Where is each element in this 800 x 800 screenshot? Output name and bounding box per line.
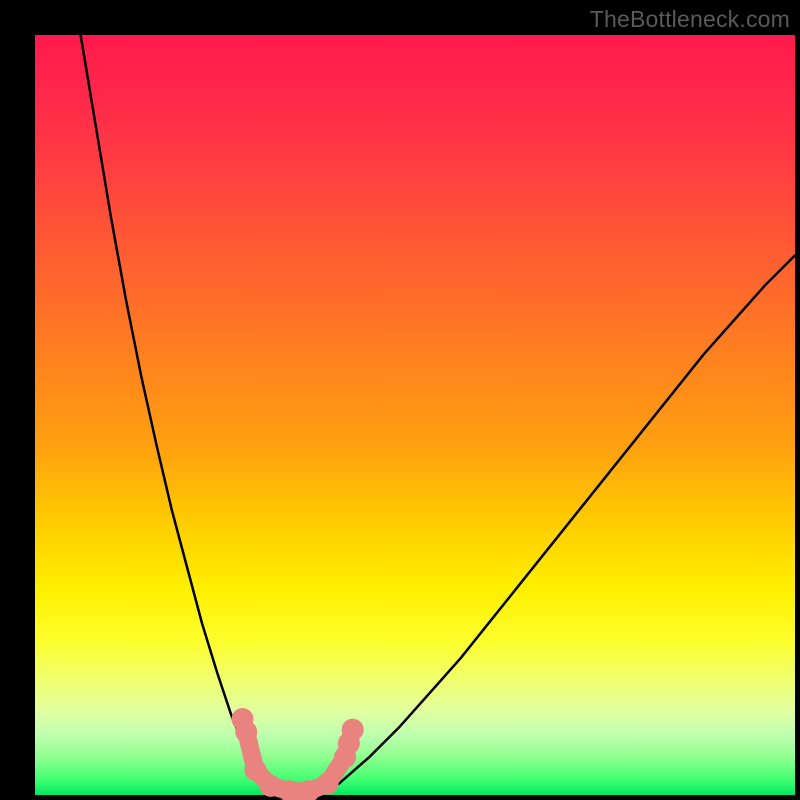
marker-dot: [317, 773, 339, 795]
curve-left-curve: [81, 35, 279, 793]
marker-dot: [235, 721, 257, 743]
marker-dot: [244, 759, 266, 781]
curve-right-curve: [324, 255, 795, 792]
marker-dot: [342, 719, 364, 741]
marker-dot: [260, 775, 282, 797]
curve-overlay: [0, 0, 800, 800]
watermark-text: TheBottleneck.com: [590, 6, 790, 33]
chart-frame: TheBottleneck.com: [0, 0, 800, 800]
